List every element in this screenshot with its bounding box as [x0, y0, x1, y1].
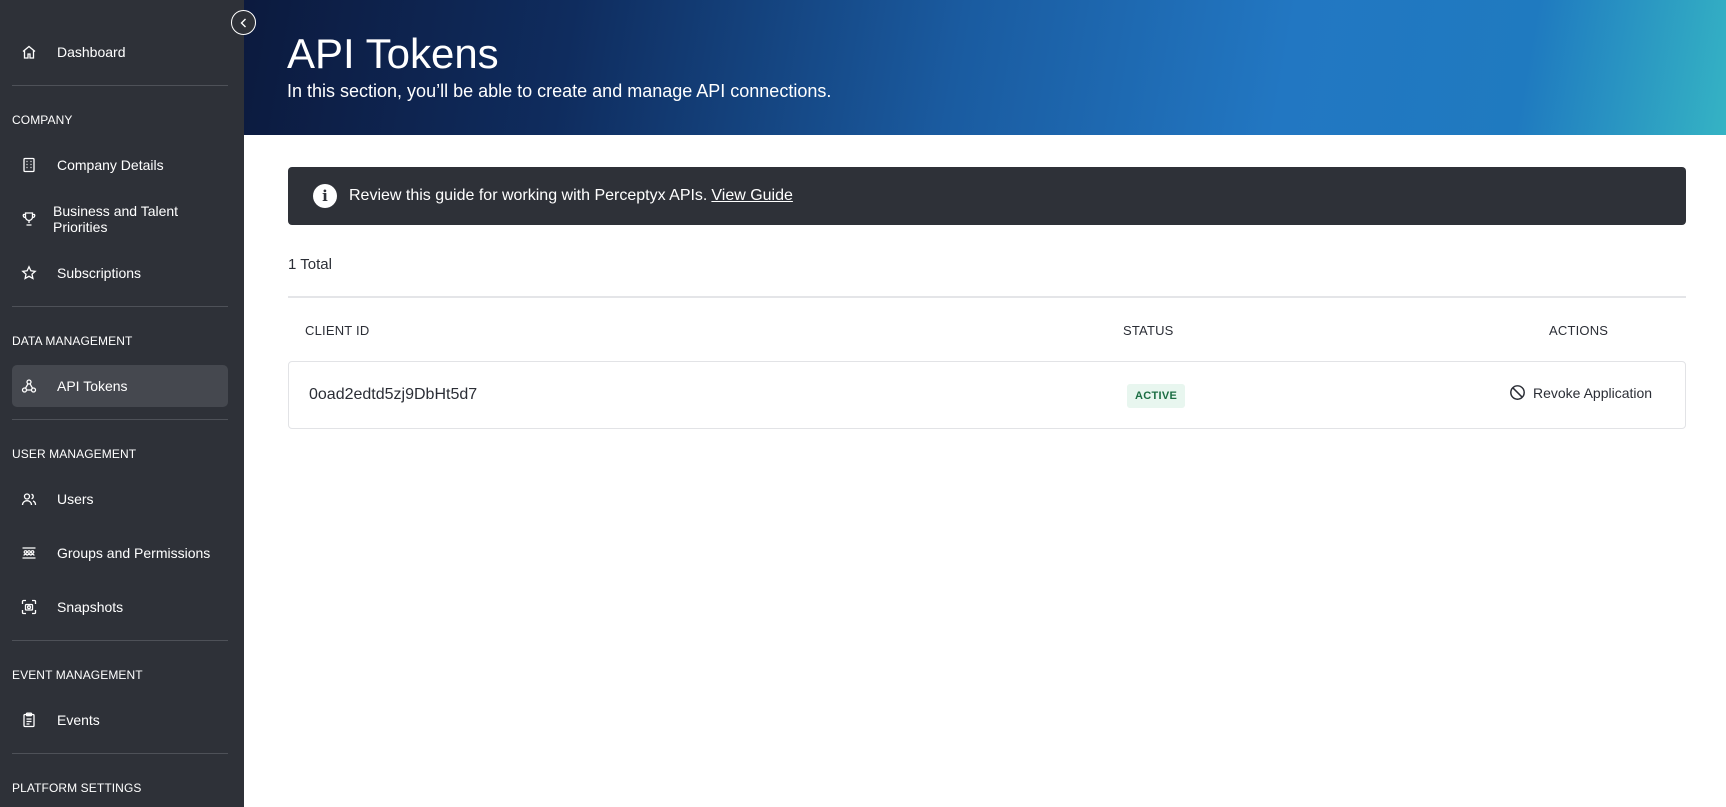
section-label-platform-settings: PLATFORM SETTINGS	[12, 781, 142, 795]
column-header-actions: ACTIONS	[1549, 323, 1609, 338]
page-subtitle: In this section, you’ll be able to creat…	[287, 81, 832, 101]
column-header-status: STATUS	[1123, 323, 1174, 338]
sidebar-item-label: Events	[57, 712, 100, 728]
sidebar-item-business-talent-priorities[interactable]: Business and Talent Priorities	[12, 198, 228, 240]
sidebar-item-label: Subscriptions	[57, 265, 142, 281]
sidebar-item-label: Dashboard	[57, 44, 126, 60]
sidebar-item-users[interactable]: Users	[12, 478, 228, 520]
main-content: i Review this guide for working with Per…	[244, 135, 1726, 807]
client-id-value: 0oad2edtd5zj9DbHt5d7	[309, 386, 478, 403]
sidebar-item-dashboard[interactable]: Dashboard	[12, 31, 228, 73]
groups-icon	[20, 544, 38, 562]
table-row: 0oad2edtd5zj9DbHt5d7 ACTIVE Revoke Appli…	[288, 361, 1686, 429]
view-guide-link[interactable]: View Guide	[711, 187, 793, 205]
building-icon	[20, 156, 38, 174]
trophy-icon	[20, 210, 38, 228]
info-icon: i	[313, 184, 337, 208]
chevron-left-icon	[238, 17, 250, 29]
page-title: API Tokens	[287, 30, 499, 77]
sidebar-item-label: API Tokens	[57, 378, 128, 394]
divider	[12, 85, 228, 86]
sidebar-item-snapshots[interactable]: Snapshots	[12, 586, 228, 628]
info-banner: i Review this guide for working with Per…	[288, 167, 1686, 225]
sidebar-item-events[interactable]: Events	[12, 699, 228, 741]
home-icon	[20, 43, 38, 61]
divider	[12, 753, 228, 754]
users-icon	[20, 490, 38, 508]
section-label-company: COMPANY	[12, 113, 73, 127]
status-badge: ACTIVE	[1127, 384, 1186, 408]
revoke-application-label: Revoke Application	[1533, 385, 1653, 401]
sidebar-item-api-tokens[interactable]: API Tokens	[12, 365, 228, 407]
sidebar-item-label: Business and Talent Priorities	[53, 203, 179, 235]
sidebar-item-label: Users	[57, 491, 94, 507]
ban-icon	[1509, 384, 1527, 402]
section-label-event-management: EVENT MANAGEMENT	[12, 668, 143, 682]
page-header-banner: API Tokens In this section, you’ll be ab…	[244, 0, 1726, 135]
revoke-application-button[interactable]: Revoke Application	[1509, 384, 1652, 402]
star-icon	[20, 264, 38, 282]
section-label-data-management: DATA MANAGEMENT	[12, 334, 133, 348]
divider	[12, 306, 228, 307]
divider	[12, 419, 228, 420]
sidebar-item-subscriptions[interactable]: Subscriptions	[12, 252, 228, 294]
divider	[12, 640, 228, 641]
sidebar-item-label: Snapshots	[57, 599, 124, 615]
sidebar-item-company-details[interactable]: Company Details	[12, 144, 228, 186]
sidebar: Dashboard COMPANY Company Details Busine…	[0, 0, 244, 807]
sidebar-item-label: Groups and Permissions	[57, 545, 211, 561]
camera-frame-icon	[20, 598, 38, 616]
clipboard-icon	[20, 711, 38, 729]
sidebar-item-groups-permissions[interactable]: Groups and Permissions	[12, 532, 228, 574]
column-header-client-id: CLIENT ID	[305, 323, 370, 338]
collapse-sidebar-button[interactable]	[231, 10, 256, 35]
sidebar-item-label: Company Details	[57, 157, 164, 173]
divider	[288, 296, 1686, 298]
section-label-user-management: USER MANAGEMENT	[12, 447, 137, 461]
info-banner-text: Review this guide for working with Perce…	[349, 187, 708, 204]
total-count: 1 Total	[288, 256, 332, 273]
webhook-icon	[20, 377, 38, 395]
